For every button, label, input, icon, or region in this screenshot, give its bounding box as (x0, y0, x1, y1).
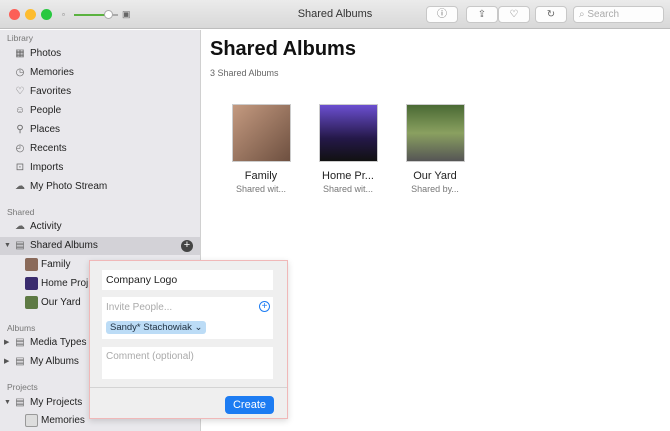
album-name: Our Yard (413, 170, 457, 182)
label: Our Yard (41, 297, 81, 308)
new-shared-album-popover: Company Logo Invite People... + Sandy* S… (89, 260, 288, 419)
album-cover (405, 104, 465, 162)
section-library: Library (7, 33, 33, 43)
search-input[interactable]: ⌕ Search (573, 6, 664, 23)
imports-icon: ⊡ (15, 162, 25, 173)
album-home-project[interactable]: Home Pr... Shared wit... (303, 104, 393, 194)
album-cover (318, 104, 378, 162)
album-subtitle: Shared by... (411, 184, 459, 194)
search-placeholder: Search (587, 9, 620, 20)
album-name: Home Pr... (322, 170, 374, 182)
label: Shared Albums (30, 240, 98, 251)
sidebar-item-places[interactable]: ⚲ Places (0, 121, 200, 139)
label: My Projects (30, 397, 83, 408)
label: Places (30, 124, 61, 135)
sidebar-item-photo-stream[interactable]: ☁ My Photo Stream (0, 178, 200, 196)
sidebar-item-imports[interactable]: ⊡ Imports (0, 159, 200, 177)
share-button[interactable]: ⇪ (466, 6, 498, 23)
folder-icon: ▤ (15, 397, 25, 408)
label: Home Proj (41, 278, 89, 289)
disclosure-triangle-icon[interactable]: ▼ (4, 237, 11, 255)
cloud-icon: ☁ (15, 221, 25, 232)
comment-input[interactable]: Comment (optional) (102, 347, 273, 379)
folder-icon: ▤ (15, 337, 25, 348)
invitee-name: Sandy* Stachowiak (110, 322, 192, 333)
sidebar-item-activity[interactable]: ☁ Activity (0, 218, 200, 236)
album-family[interactable]: Family Shared wit... (216, 104, 306, 194)
label: Activity (30, 221, 62, 232)
page-title: Shared Albums (210, 38, 356, 60)
photos-icon: ▦ (15, 48, 25, 59)
cloud-icon: ☁ (15, 181, 25, 192)
shared-album-icon: ▤ (15, 240, 25, 251)
album-subtitle: Shared wit... (235, 184, 287, 194)
info-icon: ⓘ (437, 9, 447, 20)
title-bar: ▫ ▣ Shared Albums ⓘ ⇪ ♡ ↻ ⌕ Search (0, 0, 670, 29)
section-projects: Projects (7, 382, 38, 392)
label: My Photo Stream (30, 181, 108, 192)
add-person-icon[interactable]: + (259, 301, 270, 312)
album-thumbnail (25, 277, 38, 290)
sidebar-item-shared-albums[interactable]: ▼ ▤ Shared Albums + (0, 237, 200, 255)
album-name: Family (244, 170, 278, 182)
recents-icon: ◴ (15, 143, 25, 154)
add-shared-album-button[interactable]: + (181, 240, 193, 252)
invite-people-field[interactable]: Invite People... + Sandy* Stachowiak ⌄ (102, 297, 273, 339)
people-icon: ☺ (14, 105, 26, 116)
favorite-button[interactable]: ♡ (498, 6, 530, 23)
album-name-input[interactable]: Company Logo (102, 270, 273, 290)
label: Recents (30, 143, 67, 154)
section-albums: Albums (7, 323, 36, 333)
disclosure-triangle-icon[interactable]: ▶ (4, 353, 9, 371)
label: Photos (30, 48, 62, 59)
label: Family (41, 259, 71, 270)
memories-icon: ◷ (15, 67, 25, 78)
folder-icon: ▤ (15, 356, 25, 367)
window-title: Shared Albums (297, 8, 373, 20)
label: Imports (30, 162, 64, 173)
invitee-token[interactable]: Sandy* Stachowiak ⌄ (106, 321, 207, 334)
divider (90, 387, 287, 388)
info-button[interactable]: ⓘ (426, 6, 458, 23)
sidebar-item-photos[interactable]: ▦ Photos (0, 45, 200, 63)
project-thumbnail (25, 414, 38, 427)
album-thumbnail (25, 258, 38, 271)
album-cover (231, 104, 291, 162)
sidebar-item-favorites[interactable]: ♡ Favorites (0, 83, 200, 101)
label: Memories (41, 415, 85, 426)
chevron-down-icon: ⌄ (194, 322, 203, 333)
sidebar-item-recents[interactable]: ◴ Recents (0, 140, 200, 158)
create-button[interactable]: Create (225, 396, 274, 414)
heart-icon: ♡ (15, 86, 25, 97)
album-thumbnail (25, 296, 38, 309)
pin-icon: ⚲ (16, 124, 24, 135)
share-icon: ⇪ (477, 9, 487, 20)
label: Media Types (30, 337, 87, 348)
label: Favorites (30, 86, 72, 97)
album-count: 3 Shared Albums (210, 68, 279, 78)
album-subtitle: Shared wit... (322, 184, 374, 194)
label: Memories (30, 67, 74, 78)
rotate-button[interactable]: ↻ (535, 6, 567, 23)
sidebar-item-memories[interactable]: ◷ Memories (0, 64, 200, 82)
label: My Albums (30, 356, 79, 367)
sidebar-item-people[interactable]: ☺ People (0, 102, 200, 120)
label: People (30, 105, 62, 116)
disclosure-triangle-icon[interactable]: ▼ (4, 394, 11, 412)
album-our-yard[interactable]: Our Yard Shared by... (390, 104, 480, 194)
heart-icon: ♡ (509, 9, 519, 20)
rotate-icon: ↻ (546, 9, 556, 20)
invite-placeholder: Invite People... (106, 302, 173, 313)
section-shared: Shared (7, 207, 35, 217)
disclosure-triangle-icon[interactable]: ▶ (4, 334, 9, 352)
